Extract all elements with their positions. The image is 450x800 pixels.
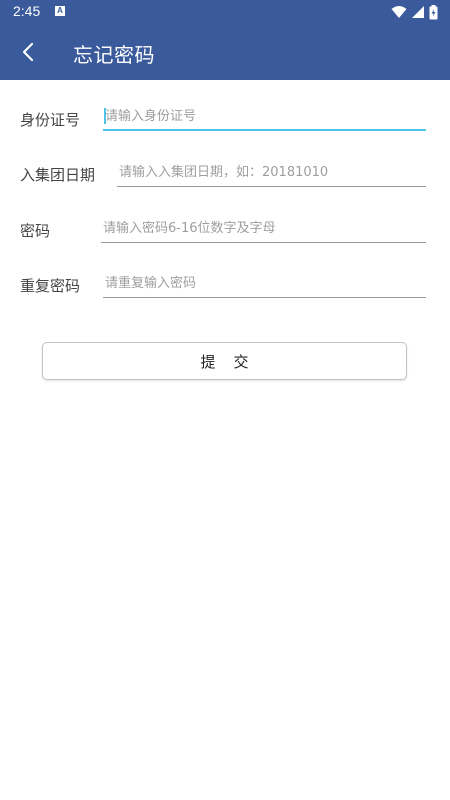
password-label: 密码 bbox=[20, 222, 51, 240]
form-row-join-date: 入集团日期 bbox=[0, 154, 450, 194]
repeat-password-field[interactable] bbox=[103, 272, 426, 298]
form-row-repeat-password: 重复密码 bbox=[0, 265, 450, 305]
status-time: 2:45 bbox=[13, 3, 41, 19]
back-button[interactable] bbox=[14, 36, 46, 68]
status-bar: 2:45 A bbox=[0, 0, 450, 24]
wifi-icon bbox=[391, 6, 407, 18]
form-row-id-number: 身份证号 bbox=[0, 98, 450, 138]
form-row-password: 密码 bbox=[0, 210, 450, 250]
repeat-password-input[interactable] bbox=[103, 272, 426, 295]
app-bar: 忘记密码 bbox=[0, 24, 450, 80]
join-date-input[interactable] bbox=[117, 161, 426, 184]
notification-a-icon: A bbox=[55, 6, 65, 16]
status-icons bbox=[391, 4, 438, 20]
id-number-label: 身份证号 bbox=[20, 111, 81, 129]
repeat-password-label: 重复密码 bbox=[20, 277, 81, 295]
id-number-input[interactable] bbox=[103, 105, 426, 128]
join-date-field[interactable] bbox=[117, 161, 426, 187]
chevron-left-icon bbox=[22, 42, 34, 62]
id-number-field[interactable] bbox=[103, 105, 426, 131]
password-input[interactable] bbox=[101, 217, 426, 240]
submit-button[interactable]: 提交 bbox=[42, 342, 407, 380]
page-title: 忘记密码 bbox=[73, 43, 155, 67]
join-date-label: 入集团日期 bbox=[20, 166, 96, 184]
text-cursor bbox=[104, 108, 106, 124]
battery-charging-icon bbox=[429, 4, 438, 19]
cellular-signal-icon bbox=[412, 6, 424, 18]
password-field[interactable] bbox=[101, 217, 426, 243]
